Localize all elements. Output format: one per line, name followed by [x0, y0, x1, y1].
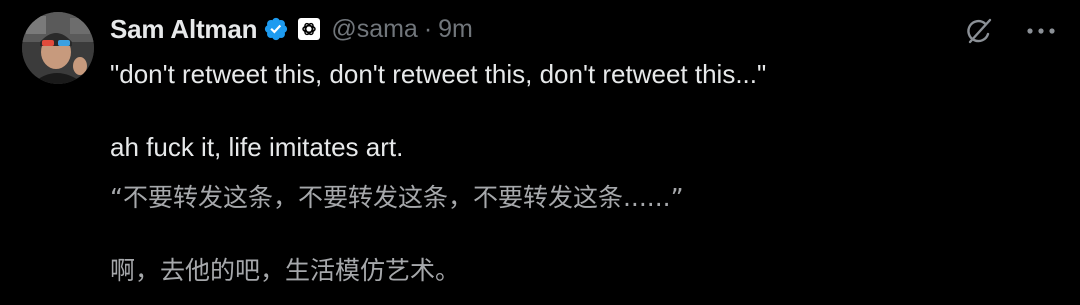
tweet[interactable]: Sam Altman @sama · 9m "don't retweet thi…: [0, 0, 1080, 305]
avatar[interactable]: [22, 12, 94, 84]
tweet-header: Sam Altman @sama · 9m: [110, 12, 473, 46]
translation-text-line: 啊，去他的吧，生活模仿艺术。: [110, 256, 461, 285]
timestamp[interactable]: 9m: [438, 15, 473, 44]
tweet-text-line: ah fuck it, life imitates art.: [110, 132, 404, 162]
grok-icon[interactable]: [962, 14, 996, 48]
header-separator: ·: [423, 14, 433, 43]
more-dots-icon[interactable]: [1024, 14, 1058, 48]
tweet-actions: [962, 14, 1058, 48]
openai-logo-icon[interactable]: [297, 17, 321, 41]
handle[interactable]: @sama: [331, 15, 418, 44]
tweet-text-line: "don't retweet this, don't retweet this,…: [110, 59, 767, 89]
display-name[interactable]: Sam Altman: [110, 14, 258, 45]
verified-badge-icon[interactable]: [263, 16, 289, 42]
translation-text-line: “不要转发这条，不要转发这条，不要转发这条......”: [110, 183, 684, 212]
avatar-photo: [22, 12, 94, 84]
